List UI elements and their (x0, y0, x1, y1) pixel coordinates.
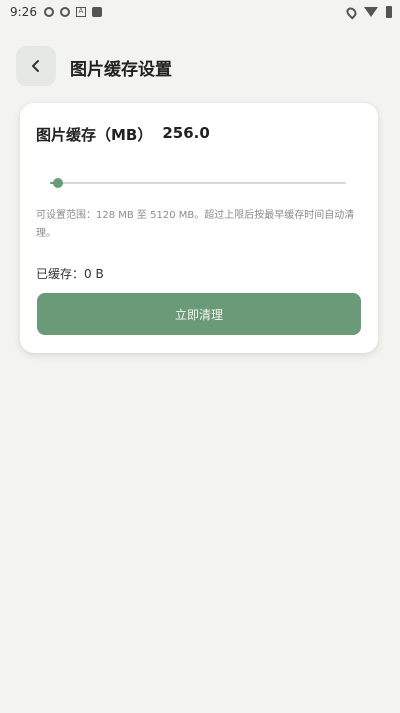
page-title: 图片缓存设置 (70, 60, 172, 80)
cache-settings-card: 图片缓存（MB） 256.0 可设置范围：128 MB 至 5120 MB。超过… (20, 103, 378, 353)
cache-label: 图片缓存（MB） (36, 126, 153, 144)
battery-icon (386, 6, 392, 18)
slider-thumb[interactable] (52, 178, 63, 188)
header: 图片缓存设置 (0, 44, 400, 88)
cache-title-row: 图片缓存（MB） 256.0 (36, 124, 210, 145)
cache-size-slider[interactable] (50, 176, 346, 190)
status-time: 9:26 (10, 5, 37, 19)
status-bar: 9:26 A (0, 0, 400, 24)
font-icon: A (75, 7, 86, 17)
cached-size: 已缓存：0 B (36, 267, 104, 281)
chevron-left-icon (32, 60, 39, 72)
back-button[interactable] (16, 46, 56, 86)
wifi-icon (364, 7, 378, 17)
location-icon (344, 4, 359, 20)
cache-value: 256.0 (162, 124, 210, 142)
app-icon (91, 7, 102, 17)
range-hint: 可设置范围：128 MB 至 5120 MB。超过上限后按最早缓存时间自动清理。 (36, 210, 355, 239)
settings-icon (59, 7, 70, 17)
clear-now-button[interactable]: 立即清理 (37, 293, 361, 335)
slider-track[interactable] (50, 182, 346, 184)
sync-icon (43, 7, 54, 17)
